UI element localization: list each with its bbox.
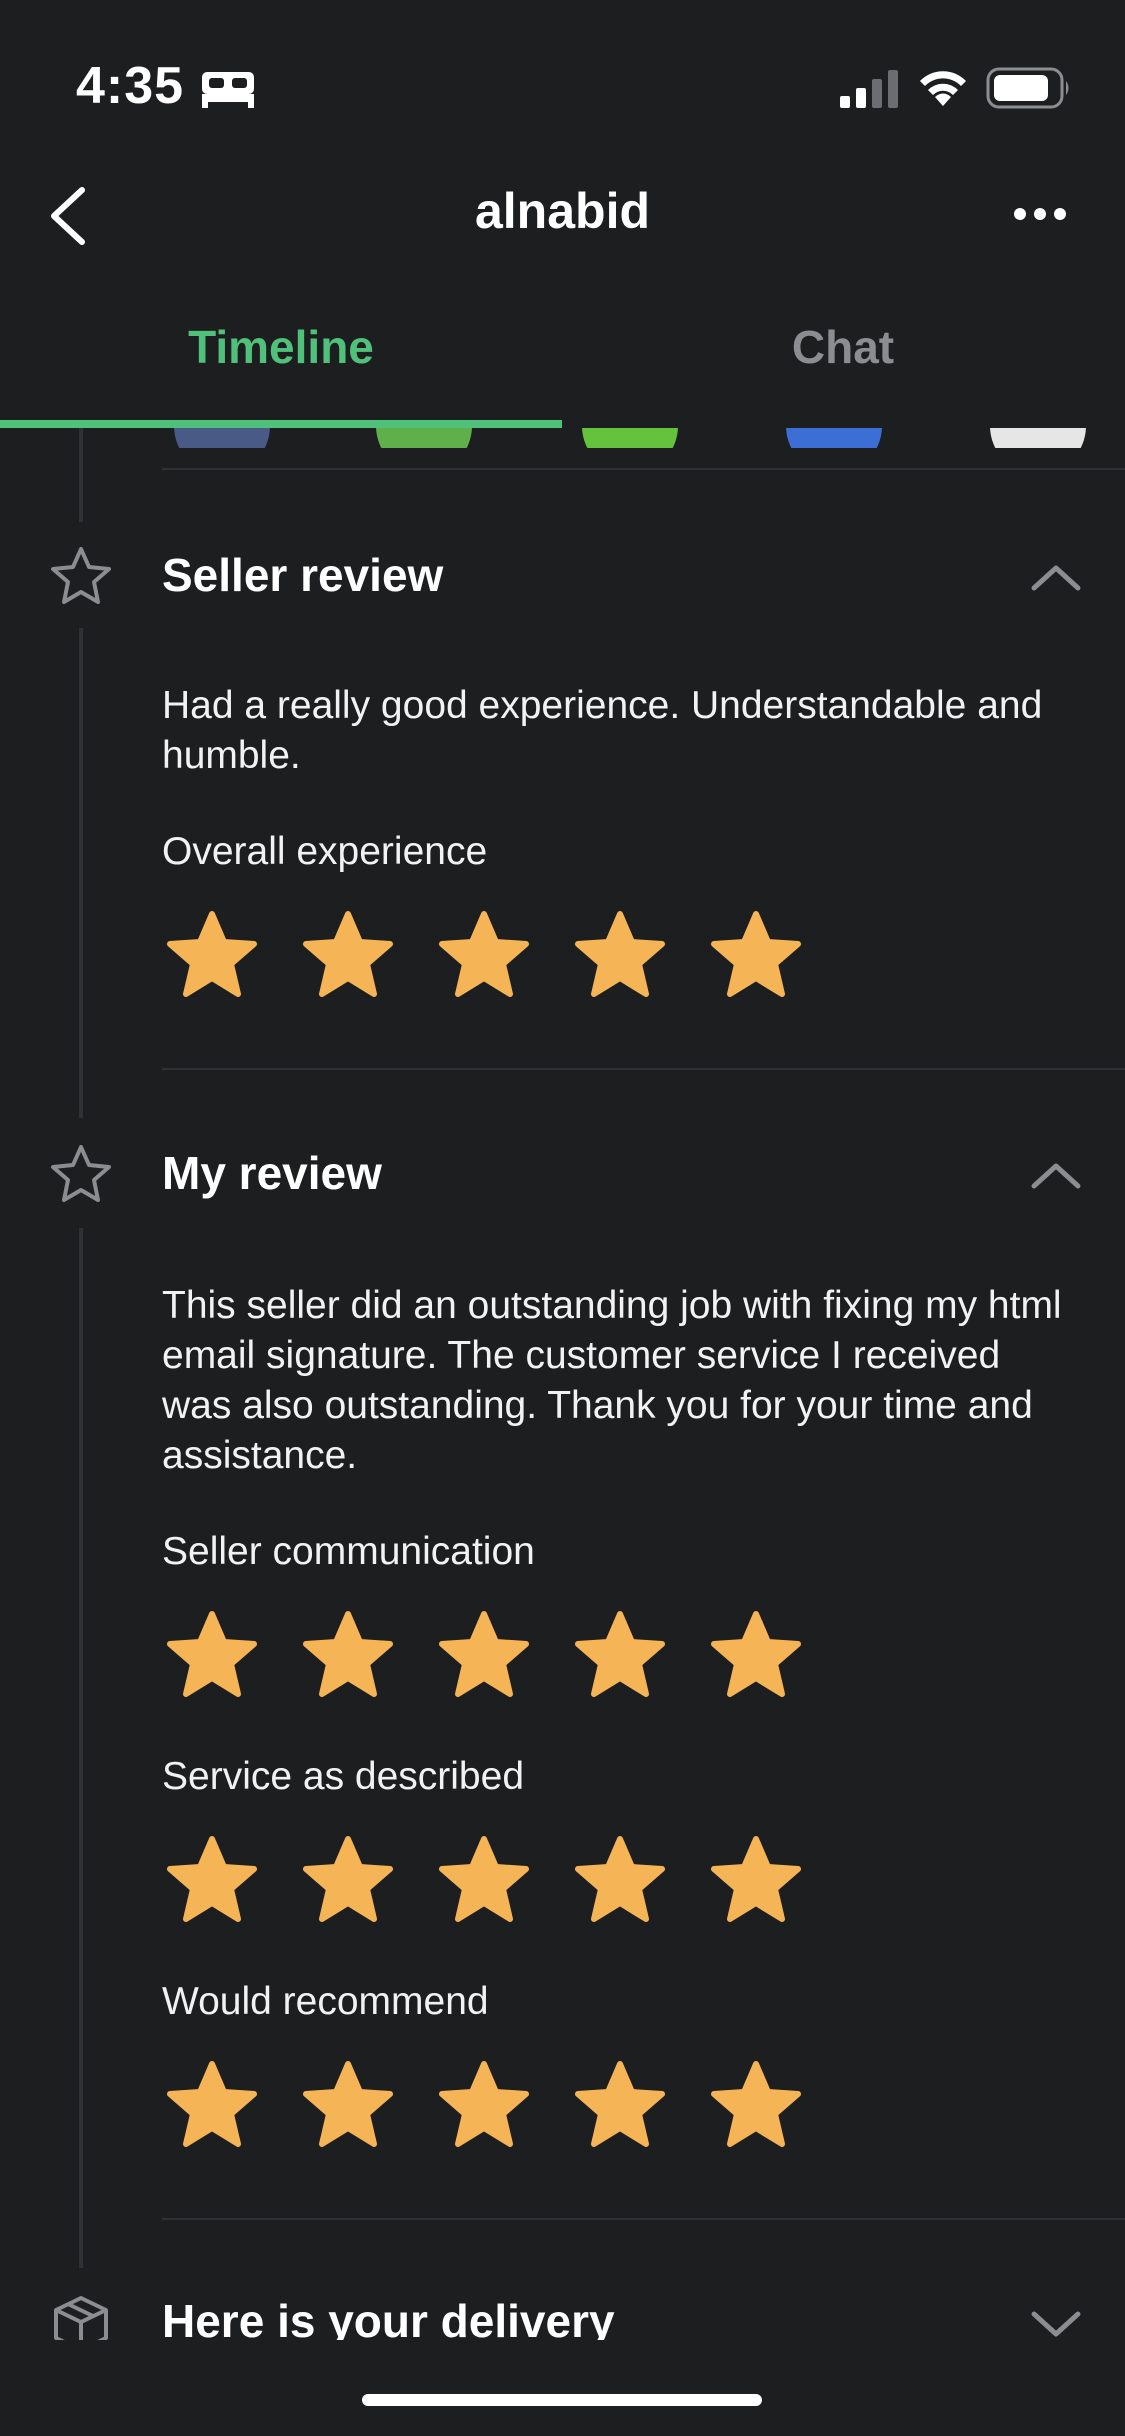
star-icon	[711, 1836, 801, 1922]
avatar	[582, 428, 678, 448]
star-icon	[439, 911, 529, 997]
divider	[162, 1068, 1125, 1070]
package-icon	[54, 2296, 108, 2340]
wifi-icon	[920, 71, 966, 106]
my-review-text: This seller did an outstanding job with …	[162, 1284, 1062, 1477]
divider	[162, 2218, 1125, 2220]
chevron-up-icon[interactable]	[1028, 1158, 1084, 1194]
star-icon	[711, 2061, 801, 2147]
rating-label-overall-experience: Overall experience	[162, 830, 488, 873]
star-icon	[303, 911, 393, 997]
battery-icon	[986, 67, 1069, 109]
star-icon	[303, 1836, 393, 1922]
rating-label-service-as-described: Service as described	[162, 1755, 525, 1798]
star-icon	[575, 2061, 665, 2147]
timeline-rail	[79, 428, 83, 522]
star-icon	[711, 911, 801, 997]
star-icon	[167, 2061, 257, 2147]
page-title: alnabid	[474, 183, 651, 239]
bottom-fade	[0, 2340, 1125, 2436]
star-rating-overall-experience	[162, 906, 806, 1006]
star-icon	[439, 1836, 529, 1922]
avatar	[786, 428, 882, 448]
avatar	[174, 428, 270, 448]
delivery-title: Here is your delivery	[162, 2295, 615, 2340]
delivery-section-clip: Here is your delivery	[0, 2250, 1125, 2340]
avatar	[376, 428, 472, 448]
seller-review-title: Seller review	[162, 549, 444, 601]
my-review-title: My review	[162, 1147, 382, 1199]
home-indicator[interactable]	[362, 2394, 762, 2406]
cellular-signal-icon	[840, 70, 898, 108]
star-icon	[575, 1836, 665, 1922]
star-outline-icon	[51, 547, 111, 604]
more-options-icon[interactable]	[1010, 196, 1070, 232]
star-outline-icon	[51, 1145, 111, 1202]
star-icon	[167, 911, 257, 997]
active-tab-indicator	[0, 420, 562, 428]
star-icon	[711, 1611, 801, 1697]
status-time: 4:35	[76, 57, 185, 115]
avatar-strip	[0, 428, 1125, 448]
chevron-up-icon[interactable]	[1028, 560, 1084, 596]
timeline-rail	[79, 628, 83, 1118]
chevron-down-icon[interactable]	[1028, 2306, 1084, 2340]
star-icon	[167, 1836, 257, 1922]
star-icon	[439, 1611, 529, 1697]
timeline-rail	[79, 1228, 83, 2268]
seller-review-text: Had a really good experience. Understand…	[162, 684, 1043, 777]
star-icon	[303, 2061, 393, 2147]
star-rating-would-recommend	[162, 2056, 806, 2156]
star-rating-seller-communication	[162, 1606, 806, 1706]
sleep-mode-icon	[202, 72, 254, 108]
star-rating-service-as-described	[162, 1831, 806, 1931]
avatar	[990, 428, 1086, 448]
divider	[162, 468, 1125, 470]
star-icon	[439, 2061, 529, 2147]
star-icon	[167, 1611, 257, 1697]
star-icon	[575, 911, 665, 997]
tab-timeline[interactable]: Timeline	[0, 320, 562, 374]
rating-label-would-recommend: Would recommend	[162, 1980, 489, 2023]
tab-chat[interactable]: Chat	[562, 320, 1124, 374]
rating-label-seller-communication: Seller communication	[162, 1530, 535, 1573]
star-icon	[303, 1611, 393, 1697]
star-icon	[575, 1611, 665, 1697]
